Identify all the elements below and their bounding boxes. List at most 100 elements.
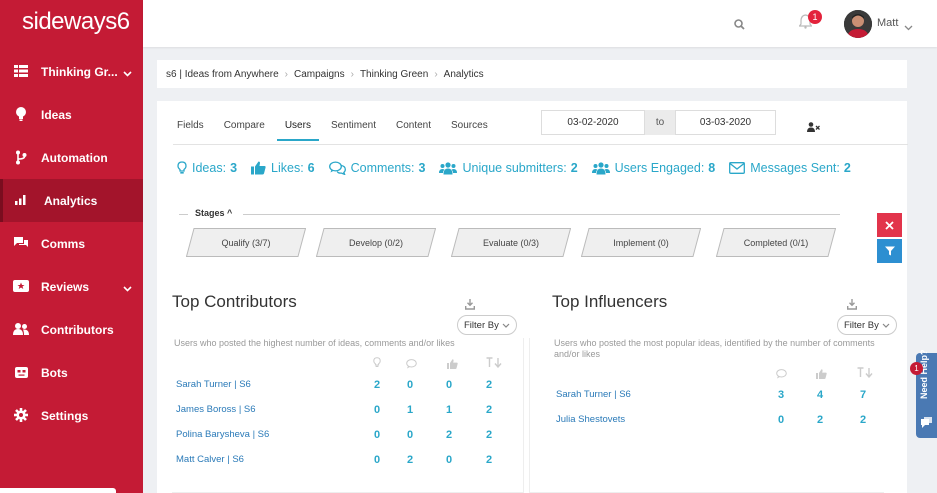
clear-filters-button[interactable]	[877, 213, 902, 237]
contributor-comments-value: 1	[406, 404, 414, 416]
robot-icon	[13, 364, 29, 380]
breadcrumb-item[interactable]: s6 | Ideas from Anywhere	[166, 69, 279, 80]
stage-label: Qualify (3/7)	[221, 237, 271, 248]
download-icon[interactable]	[847, 297, 857, 315]
remove-user-icon[interactable]	[807, 119, 820, 137]
analytics-tabs: Fields Compare Users Sentiment Content S…	[173, 120, 504, 141]
stat-label: Ideas:	[192, 161, 227, 175]
influencer-total-value: 7	[859, 389, 867, 401]
chevron-down-icon	[123, 66, 132, 80]
sidebar-item-ideas[interactable]: Ideas	[0, 93, 143, 136]
star-ticket-icon	[13, 278, 29, 294]
tab-users[interactable]: Users	[276, 120, 320, 141]
sidebar-item-automation[interactable]: Automation	[0, 136, 143, 179]
lightbulb-icon	[373, 355, 381, 373]
sidebar-item-label: Automation	[41, 150, 108, 165]
tab-content[interactable]: Content	[392, 120, 435, 141]
comments-icon	[328, 161, 346, 175]
card-frame	[172, 338, 524, 493]
stat-label: Unique submitters:	[462, 161, 567, 175]
date-to-input[interactable]: 03-03-2020	[675, 110, 776, 135]
contributor-name[interactable]: Matt Calver | S6	[176, 454, 244, 465]
stat-value: 2	[843, 161, 851, 175]
contributor-likes-value: 2	[445, 429, 453, 441]
sort-total-icon[interactable]	[486, 355, 503, 373]
top-bar: 1 Matt	[143, 0, 937, 47]
users-icon	[439, 161, 458, 174]
influencer-name[interactable]: Julia Shestovets	[556, 414, 625, 425]
breadcrumb-item[interactable]: Campaigns	[294, 69, 345, 80]
stage-qualify[interactable]: Qualify (3/7)	[186, 228, 306, 257]
stages-divider	[179, 214, 188, 215]
stat-label: Comments:	[350, 161, 415, 175]
notification-badge: 1	[808, 10, 822, 24]
chat-icon	[13, 235, 29, 251]
tab-sources[interactable]: Sources	[447, 120, 492, 141]
user-name[interactable]: Matt	[877, 17, 898, 29]
sort-total-icon[interactable]	[857, 365, 874, 383]
sidebar-item-bots[interactable]: Bots	[0, 351, 143, 394]
tab-fields[interactable]: Fields	[173, 120, 208, 141]
stage-label: Evaluate (0/3)	[482, 237, 540, 248]
influencer-name[interactable]: Sarah Turner | S6	[556, 389, 631, 400]
stage-label: Completed (0/1)	[743, 237, 809, 248]
bottom-strip	[0, 488, 116, 493]
sidebar-item-settings[interactable]: Settings	[0, 394, 143, 437]
sidebar-item-label: Bots	[41, 365, 68, 380]
stage-evaluate[interactable]: Evaluate (0/3)	[451, 228, 571, 257]
influencer-likes-value: 4	[816, 389, 824, 401]
influencer-comments-value: 0	[777, 414, 785, 426]
sidebar-item-contributors[interactable]: Contributors	[0, 308, 143, 351]
chat-bubble-icon	[921, 417, 932, 428]
contributor-name[interactable]: James Boross | S6	[176, 404, 256, 415]
thumbs-up-icon	[816, 366, 827, 384]
chevron-up-icon: ^	[227, 208, 233, 218]
influencer-comments-value: 3	[777, 389, 785, 401]
contributor-name[interactable]: Sarah Turner | S6	[176, 379, 251, 390]
stage-completed[interactable]: Completed (0/1)	[716, 228, 836, 257]
filter-button[interactable]	[877, 239, 902, 263]
sidebar-item-comms[interactable]: Comms	[0, 222, 143, 265]
stage-develop[interactable]: Develop (0/2)	[316, 228, 436, 257]
help-badge: 1	[910, 362, 923, 375]
date-range-to-label: to	[645, 110, 675, 135]
contributor-ideas-value: 0	[373, 429, 381, 441]
card-title: Top Contributors	[172, 292, 297, 311]
chevron-right-icon: ›	[350, 68, 354, 80]
chevron-down-icon[interactable]	[904, 18, 913, 36]
comment-icon	[406, 356, 417, 374]
sidebar-item-label: Analytics	[44, 193, 98, 208]
analytics-panel: Fields Compare Users Sentiment Content S…	[157, 101, 908, 493]
bar-chart-icon	[13, 192, 29, 208]
stat-label: Messages Sent:	[750, 161, 840, 175]
app-window: sideways6 Thinking Gr... Ideas Automatio…	[0, 0, 937, 493]
filter-by-dropdown[interactable]: Filter By	[457, 315, 517, 335]
filter-by-dropdown[interactable]: Filter By	[837, 315, 897, 335]
stages-divider	[243, 214, 840, 215]
stat-value: 6	[307, 161, 315, 175]
chevron-right-icon: ›	[434, 68, 438, 80]
search-icon[interactable]	[734, 17, 745, 35]
stage-implement[interactable]: Implement (0)	[581, 228, 701, 257]
stages-toggle[interactable]: Stages ^	[195, 208, 232, 218]
avatar[interactable]	[844, 10, 872, 38]
sidebar-item-thinking-green[interactable]: Thinking Gr...	[0, 50, 143, 93]
date-from-input[interactable]: 03-02-2020	[541, 110, 645, 135]
filter-by-label: Filter By	[844, 319, 879, 331]
thumbs-up-icon	[251, 161, 266, 175]
sidebar-item-reviews[interactable]: Reviews	[0, 265, 143, 308]
stat-value: 2	[570, 161, 578, 175]
lightbulb-icon	[177, 161, 187, 174]
breadcrumb-item[interactable]: Thinking Green	[360, 69, 428, 80]
grid-icon	[13, 63, 29, 79]
download-icon[interactable]	[465, 297, 475, 315]
card-title: Top Influencers	[552, 292, 668, 311]
top-contributors-card: Top Contributors Filter By Users who pos…	[172, 286, 532, 493]
contributor-name[interactable]: Polina Barysheva | S6	[176, 429, 269, 440]
tab-sentiment[interactable]: Sentiment	[327, 120, 380, 141]
tab-compare[interactable]: Compare	[220, 120, 269, 141]
sidebar: sideways6 Thinking Gr... Ideas Automatio…	[0, 0, 143, 493]
sidebar-item-analytics[interactable]: Analytics	[0, 179, 143, 222]
logo: sideways6	[22, 8, 130, 35]
contributor-comments-value: 0	[406, 429, 414, 441]
